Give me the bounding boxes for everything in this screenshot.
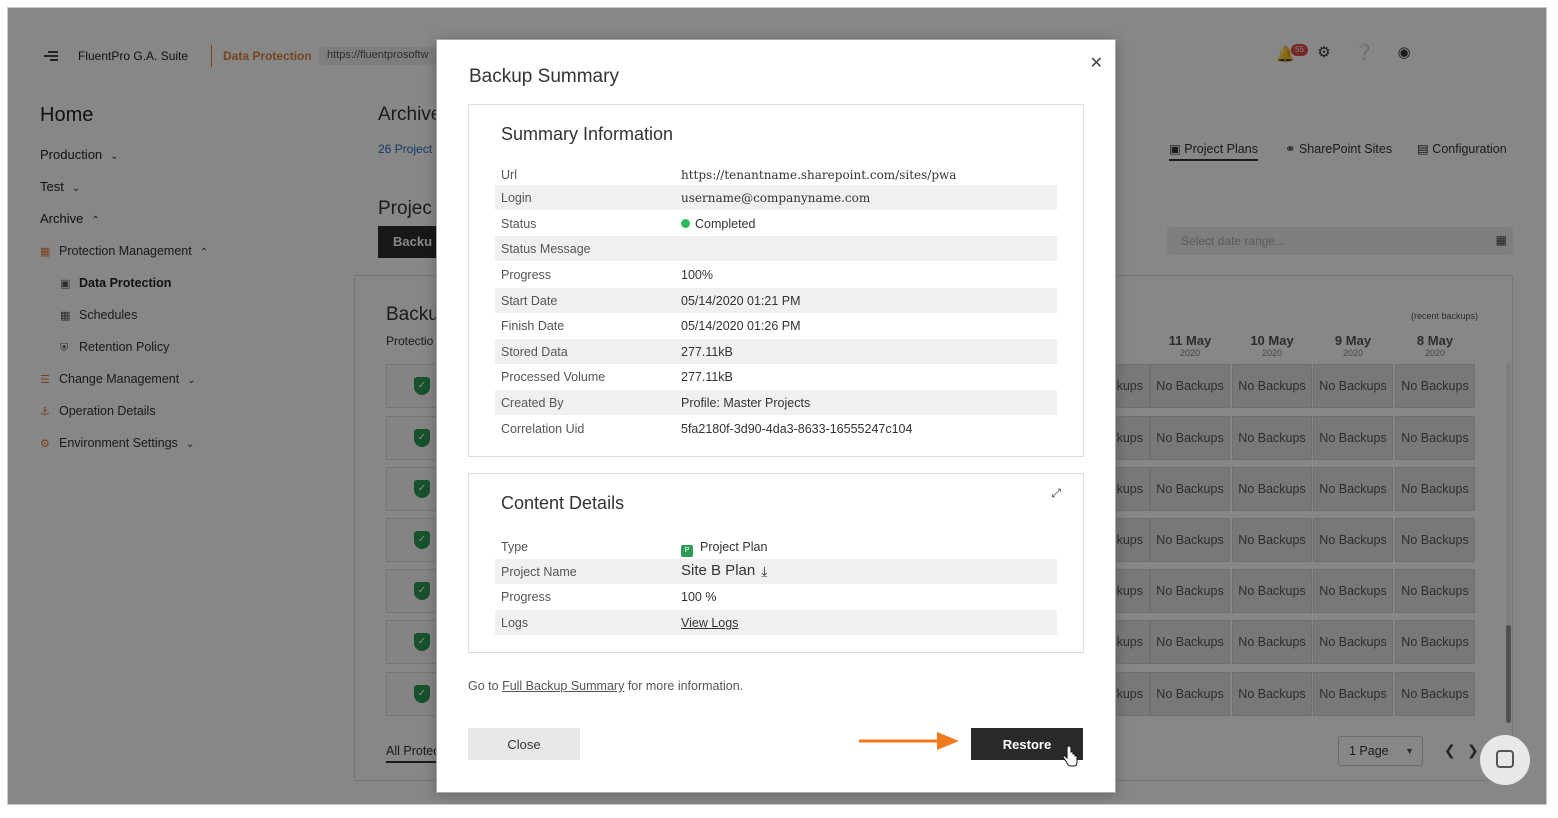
type-value: Project Plan xyxy=(700,540,768,554)
content-row-project-name: Project Name Site B Plan ⤓ xyxy=(495,559,1057,584)
project-name-value: Site B Plan xyxy=(681,562,756,579)
backup-summary-dialog: Backup Summary ✕ Summary Information Url… xyxy=(436,39,1116,793)
content-title: Content Details xyxy=(501,493,625,513)
status-text: Completed xyxy=(695,217,756,231)
summary-title: Summary Information xyxy=(501,124,674,144)
row-key: Correlation Uid xyxy=(501,422,585,436)
row-key: Login xyxy=(501,191,532,205)
app-background: FluentPro G.A. Suite Data Protection htt… xyxy=(8,8,1546,804)
view-logs-link[interactable]: View Logs xyxy=(681,616,738,630)
row-value: Site B Plan ⤓ xyxy=(681,562,767,580)
arrow-annotation xyxy=(859,732,959,750)
row-value: 05/14/2020 01:26 PM xyxy=(681,319,801,333)
row-key: Created By xyxy=(501,396,564,410)
summary-row-created-by: Created By Profile: Master Projects xyxy=(495,390,1057,415)
row-value: 100% xyxy=(681,268,713,282)
summary-row-stored-data: Stored Data 277.11kB xyxy=(495,339,1057,364)
row-key: Progress xyxy=(501,590,552,604)
content-row-type: Type P Project Plan xyxy=(495,534,1057,559)
summary-row-login: Login username@companyname.com xyxy=(495,185,1057,210)
close-icon[interactable]: ✕ xyxy=(1090,53,1103,73)
row-key: Finish Date xyxy=(501,319,565,333)
row-value: 05/14/2020 01:21 PM xyxy=(681,294,801,308)
summary-row-correlation-uid: Correlation Uid 5fa2180f-3d90-4da3-8633-1… xyxy=(495,416,1057,441)
summary-row-url: Url https://tenantname.sharepoint.com/sit… xyxy=(495,162,1057,187)
row-key: Logs xyxy=(501,616,529,630)
row-value: Completed xyxy=(681,217,755,231)
summary-row-start-date: Start Date 05/14/2020 01:21 PM xyxy=(495,288,1057,313)
row-key: Project Name xyxy=(501,565,577,579)
row-value: https://tenantname.sharepoint.com/sites/… xyxy=(681,168,957,182)
content-card: Content Details ⤢ Type P Project Plan Pro… xyxy=(468,473,1084,653)
row-value: 100 % xyxy=(681,590,717,604)
goto-suffix: for more information. xyxy=(627,679,744,693)
chat-icon xyxy=(1496,750,1514,768)
summary-row-status: Status Completed xyxy=(495,211,1057,236)
summary-row-status-message: Status Message xyxy=(495,236,1057,261)
row-value: P Project Plan xyxy=(681,540,767,557)
row-key: Status Message xyxy=(501,242,591,256)
row-key: Url xyxy=(501,168,517,182)
summary-row-finish-date: Finish Date 05/14/2020 01:26 PM xyxy=(495,313,1057,338)
hand-cursor-icon xyxy=(1062,746,1078,767)
row-key: Progress xyxy=(501,268,552,282)
full-backup-summary-link[interactable]: Full Backup Summary xyxy=(502,679,624,693)
row-value: username@companyname.com xyxy=(681,191,871,205)
screen-frame: FluentPro G.A. Suite Data Protection htt… xyxy=(7,7,1547,805)
close-button[interactable]: Close xyxy=(468,728,580,760)
download-icon[interactable]: ⤓ xyxy=(761,563,767,580)
row-value: 277.11kB xyxy=(681,345,733,359)
chat-button[interactable] xyxy=(1480,735,1530,785)
row-key: Stored Data xyxy=(501,345,568,359)
row-key: Status xyxy=(501,217,537,231)
dialog-title: Backup Summary xyxy=(469,66,619,87)
status-dot-icon xyxy=(681,219,690,228)
row-key: Type xyxy=(501,540,529,554)
expand-icon[interactable]: ⤢ xyxy=(1051,486,1061,501)
full-summary-note: Go to Full Backup Summary for more infor… xyxy=(468,679,743,693)
row-value: 5fa2180f-3d90-4da3-8633-16555247c104 xyxy=(681,422,913,436)
summary-card: Summary Information Url https://tenantnam… xyxy=(468,104,1084,457)
row-value: 277.11kB xyxy=(681,370,733,384)
summary-row-processed-volume: Processed Volume 277.11kB xyxy=(495,364,1057,389)
project-plan-icon: P xyxy=(681,545,693,557)
summary-row-progress: Progress 100% xyxy=(495,262,1057,287)
content-row-progress: Progress 100 % xyxy=(495,584,1057,609)
content-row-logs: Logs View Logs xyxy=(495,610,1057,635)
row-value: Profile: Master Projects xyxy=(681,396,811,410)
row-key: Start Date xyxy=(501,294,558,308)
row-key: Processed Volume xyxy=(501,370,606,384)
goto-prefix: Go to xyxy=(468,679,499,693)
